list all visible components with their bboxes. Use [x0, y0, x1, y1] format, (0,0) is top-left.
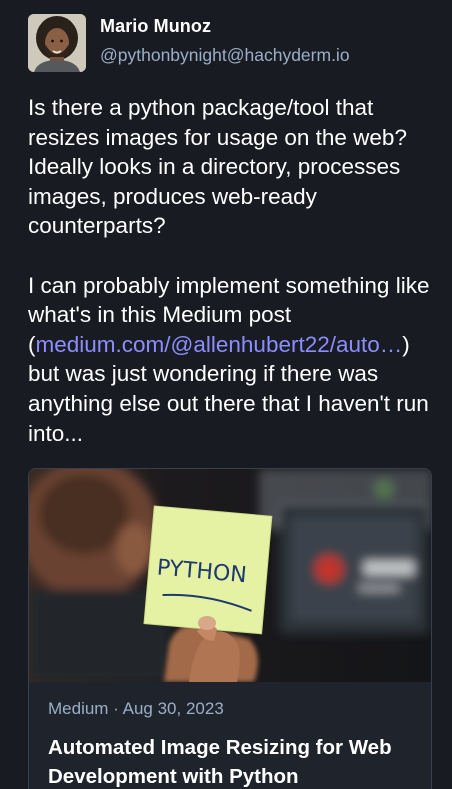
author-handle[interactable]: @pythonbynight@hachyderm.io: [100, 45, 350, 66]
avatar-image: [28, 14, 86, 72]
post-content: Is there a python package/tool that resi…: [28, 93, 438, 478]
link-preview-card[interactable]: PYTHON Medium · Aug 30, 2023 Automated I…: [28, 468, 432, 789]
post-paragraph: I can probably implement something like …: [28, 271, 438, 449]
card-meta: Medium · Aug 30, 2023: [48, 699, 224, 718]
avatar[interactable]: [28, 14, 86, 72]
card-image: PYTHON: [29, 469, 431, 682]
medium-link[interactable]: medium.com/@allenhubert22/auto…: [36, 332, 403, 357]
card-title[interactable]: Automated Image Resizing for Web Develop…: [48, 733, 418, 789]
post-paragraph: Is there a python package/tool that resi…: [28, 95, 407, 239]
author-display-name[interactable]: Mario Munoz: [100, 16, 211, 37]
post: Mario Munoz @pythonbynight@hachyderm.io …: [0, 0, 452, 789]
